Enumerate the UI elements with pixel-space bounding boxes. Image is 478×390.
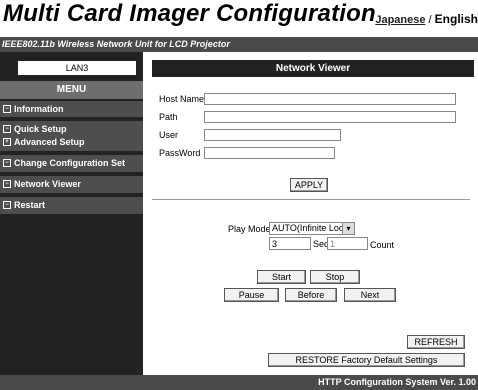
minus-box-icon: − xyxy=(3,124,11,133)
count-input[interactable] xyxy=(327,237,368,250)
sidebar-item-label: Quick Setup xyxy=(14,124,67,134)
footer-version: HTTP Configuration System Ver. 1.00 xyxy=(0,375,478,390)
password-input[interactable] xyxy=(204,147,335,159)
sidebar-item-information[interactable]: − Information xyxy=(0,101,143,117)
count-label: Count xyxy=(370,240,395,250)
sec-input[interactable] xyxy=(269,237,311,250)
path-input[interactable] xyxy=(204,111,456,123)
minus-box-icon: − xyxy=(3,200,11,209)
apply-button[interactable]: APPLY xyxy=(290,178,328,192)
sidebar-item-change-configuration-set[interactable]: − Change Configuration Set xyxy=(0,155,143,172)
refresh-button[interactable]: REFRESH xyxy=(407,335,465,349)
sidebar-item-label: Change Configuration Set xyxy=(14,158,125,168)
user-label: User xyxy=(159,130,179,140)
chevron-down-icon: ▾ xyxy=(342,223,354,234)
play-mode-label: Play Mode xyxy=(228,224,271,234)
menu-header: MENU xyxy=(0,81,143,99)
before-button[interactable]: Before xyxy=(285,288,337,302)
host-name-input[interactable] xyxy=(204,93,456,105)
lan-label: LAN3 xyxy=(18,61,136,75)
play-mode-select[interactable]: AUTO(Infinite Loop) ▾ xyxy=(269,222,355,235)
japanese-link[interactable]: Japanese xyxy=(375,14,425,26)
english-label: English xyxy=(434,12,478,26)
stop-button[interactable]: Stop xyxy=(310,270,360,284)
language-switch: Japanese / English xyxy=(375,12,478,26)
sidebar-item-advanced-setup[interactable]: + Advanced Setup xyxy=(3,136,143,149)
minus-box-icon: − xyxy=(3,179,11,188)
host-name-label: Host Name xyxy=(159,94,205,104)
divider xyxy=(152,199,470,200)
sidebar-item-network-viewer[interactable]: − Network Viewer xyxy=(0,176,143,193)
sidebar-item-label: Advanced Setup xyxy=(14,137,85,147)
user-input[interactable] xyxy=(204,129,341,141)
page-title: Multi Card Imager Configuration xyxy=(3,0,376,27)
restore-defaults-button[interactable]: RESTORE Factory Default Settings xyxy=(268,353,465,367)
section-title: Network Viewer xyxy=(152,60,474,77)
device-subtitle: IEEE802.11b Wireless Network Unit for LC… xyxy=(0,37,478,52)
next-button[interactable]: Next xyxy=(344,288,396,302)
sidebar-item-restart[interactable]: − Restart xyxy=(0,197,143,214)
sidebar: LAN3 MENU − Information − Quick Setup + Adv… xyxy=(0,52,143,375)
sidebar-item-label: Network Viewer xyxy=(14,179,81,189)
sidebar-group-setup: − Quick Setup + Advanced Setup xyxy=(0,121,143,151)
password-label: PassWord xyxy=(159,148,201,158)
language-separator: / xyxy=(425,14,435,26)
sidebar-item-label: Restart xyxy=(14,200,46,210)
plus-box-icon: + xyxy=(3,137,11,146)
sidebar-item-quick-setup[interactable]: − Quick Setup xyxy=(3,123,143,136)
minus-box-icon: − xyxy=(3,158,11,167)
pause-button[interactable]: Pause xyxy=(224,288,279,302)
minus-box-icon: − xyxy=(3,104,11,113)
start-button[interactable]: Start xyxy=(257,270,306,284)
play-mode-value: AUTO(Infinite Loop) xyxy=(272,223,352,233)
sidebar-item-label: Information xyxy=(14,104,64,114)
main-panel: Network Viewer Host Name Path User PassW… xyxy=(150,52,478,375)
path-label: Path xyxy=(159,112,178,122)
